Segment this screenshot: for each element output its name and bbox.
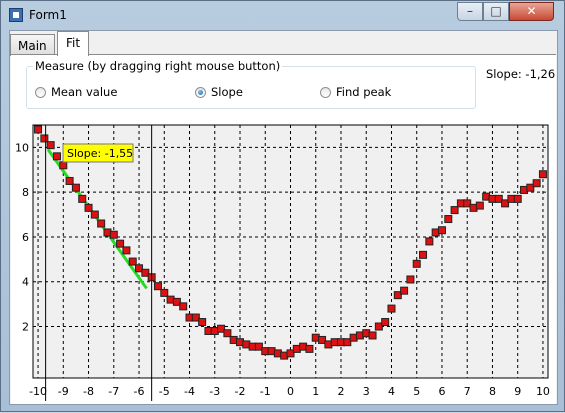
data-point — [65, 176, 74, 185]
data-point — [444, 215, 453, 224]
y-tick-label: 8 — [22, 186, 29, 199]
y-tick-label: 6 — [22, 231, 29, 244]
x-tick-label: -9 — [58, 385, 69, 398]
data-point — [116, 239, 125, 248]
data-point — [381, 318, 390, 327]
x-tick-label: 5 — [413, 385, 420, 398]
data-point — [406, 275, 415, 284]
data-point — [153, 282, 162, 291]
fit-chart[interactable]: Slope: -1,55246810-10 -9 -8 -7 -6 -5 -4 -3 -2 -1 0… — [1, 1, 565, 413]
x-tick-label: -2 — [235, 385, 246, 398]
data-point — [475, 201, 484, 210]
y-tick-label: 4 — [22, 276, 29, 289]
x-tick-label: 6 — [438, 385, 445, 398]
data-point — [52, 152, 61, 161]
data-point — [97, 219, 106, 228]
x-tick-label: 8 — [489, 385, 496, 398]
data-point — [400, 286, 409, 295]
data-point — [223, 329, 232, 338]
x-tick-label: -3 — [209, 385, 220, 398]
data-point — [34, 125, 43, 134]
x-tick-label: 9 — [514, 385, 521, 398]
y-tick-label: 10 — [15, 141, 29, 154]
x-tick-label: -8 — [83, 385, 94, 398]
data-point — [532, 179, 541, 188]
data-point — [513, 194, 522, 203]
data-point — [450, 206, 459, 215]
data-point — [305, 344, 314, 353]
x-tick-label: 0 — [287, 385, 294, 398]
data-point — [368, 331, 377, 340]
data-point — [198, 318, 207, 327]
x-tick-label: -1 — [260, 385, 271, 398]
x-tick-label: 4 — [388, 385, 395, 398]
data-point — [412, 259, 421, 268]
app-window: Form1 – □ ✕ Main Measure (by dragging ri… — [0, 0, 565, 412]
x-tick-label: 2 — [337, 385, 344, 398]
x-tick-label: 10 — [536, 385, 550, 398]
x-tick-label: -7 — [108, 385, 119, 398]
x-tick-label: 7 — [464, 385, 471, 398]
x-tick-label: -4 — [184, 385, 195, 398]
slope-annotation-label: Slope: -1,55 — [67, 147, 133, 160]
data-point — [90, 210, 99, 219]
data-point — [128, 257, 137, 266]
x-tick-label: -6 — [134, 385, 145, 398]
data-point — [40, 134, 49, 143]
data-point — [538, 170, 547, 179]
data-point — [59, 161, 68, 170]
data-point — [122, 246, 131, 255]
data-point — [179, 302, 188, 311]
x-tick-label: 3 — [363, 385, 370, 398]
data-point — [71, 183, 80, 192]
data-point — [425, 237, 434, 246]
data-point — [78, 194, 87, 203]
data-point — [419, 250, 428, 259]
data-point — [84, 203, 93, 212]
x-tick-label: -10 — [29, 385, 47, 398]
data-point — [109, 230, 118, 239]
y-tick-label: 2 — [22, 321, 29, 334]
x-tick-label: 1 — [312, 385, 319, 398]
data-point — [160, 288, 169, 297]
data-point — [46, 141, 55, 150]
data-point — [387, 304, 396, 313]
x-tick-label: -5 — [159, 385, 170, 398]
data-point — [437, 226, 446, 235]
